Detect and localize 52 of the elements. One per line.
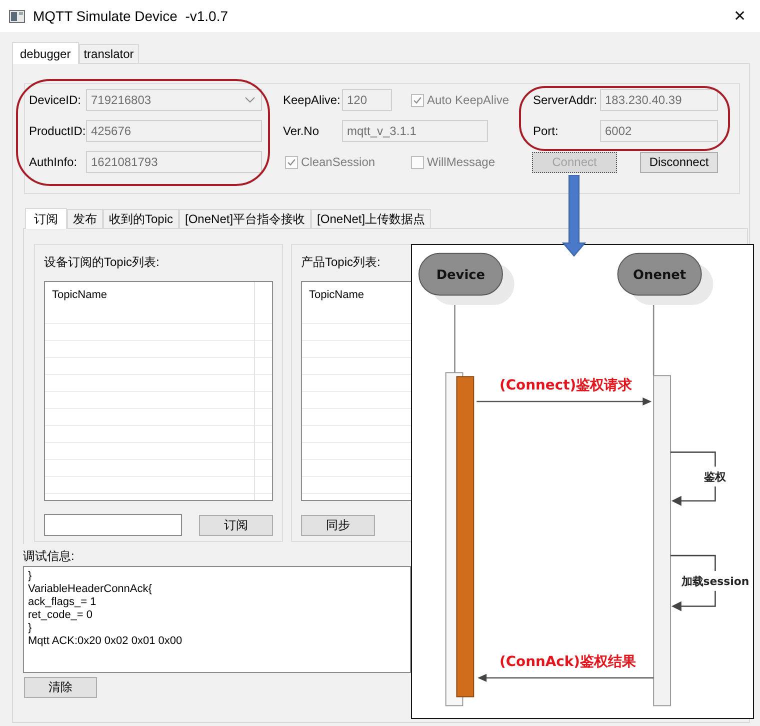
input-field[interactable]: mqtt_v_3.1.1 (342, 120, 488, 142)
log-line: } (28, 622, 32, 635)
tab[interactable]: debugger (12, 42, 79, 64)
input-field[interactable]: 1621081793 (86, 151, 262, 173)
column-header: TopicName (51, 288, 108, 301)
log-line: VariableHeaderConnAck{ (28, 583, 152, 596)
sync-button[interactable]: 同步 (301, 514, 375, 536)
input-field[interactable] (44, 514, 182, 536)
message-label: (Connect)鉴权请求 (499, 378, 632, 394)
self-loop-arrow (670, 452, 716, 506)
dropdown-field[interactable]: 719216803 (86, 89, 262, 111)
log-line: ret_code_= 0 (28, 609, 93, 622)
group-title: 设备订阅的Topic列表: (44, 254, 160, 271)
message-label: (ConnAck)鉴权结果 (499, 654, 636, 670)
message-label: 加载session (681, 574, 750, 588)
input-field[interactable]: 6002 (600, 120, 718, 142)
checkbox-label: CleanSession (301, 155, 376, 169)
participant-label: Device (436, 268, 486, 284)
field-label: DeviceID: (29, 93, 82, 107)
checkbox-label: Auto KeepAlive (427, 93, 510, 107)
tab[interactable]: 发布 (67, 209, 103, 228)
field-label: Ver.No (283, 124, 320, 138)
field-label: AuthInfo: (29, 155, 78, 169)
subscribe-button[interactable]: 订阅 (199, 514, 273, 536)
participant-label: Onenet (633, 268, 686, 284)
field-label: KeepAlive: (283, 93, 342, 107)
checkbox-label: WillMessage (427, 155, 496, 169)
app-icon (9, 10, 25, 22)
window-title: MQTT Simulate Device -v1.0.7 (33, 8, 230, 24)
field-label: Port: (533, 124, 560, 138)
close-button[interactable]: ✕ (720, 1, 760, 31)
debug-log-field[interactable]: } VariableHeaderConnAck{ ack_flags_= 1 ret_code_= 0 } Mqtt ACK:0x20 0x02 0x01 0x00 (23, 566, 411, 673)
message-label: 鉴权 (704, 470, 726, 484)
tab[interactable]: [OneNet]平台指令接收 (179, 209, 312, 228)
log-line: Mqtt ACK:0x20 0x02 0x01 0x00 (28, 635, 182, 648)
field-label: ServerAddr: (533, 93, 598, 107)
disconnect-button[interactable]: Disconnect (640, 152, 718, 172)
column-header: TopicName (308, 288, 364, 301)
field-label: ProductID: (29, 124, 86, 138)
tab[interactable]: 收到的Topic (103, 209, 180, 228)
log-line: ack_flags_= 1 (28, 596, 96, 609)
tab[interactable]: 订阅 (25, 208, 67, 229)
section-label: 调试信息: (23, 548, 74, 565)
log-line: } (28, 570, 32, 583)
group-title: 产品Topic列表: (301, 254, 382, 271)
input-field[interactable]: 183.230.40.39 (600, 89, 718, 111)
chevron-down-icon (245, 97, 255, 103)
tab[interactable]: [OneNet]上传数据点 (311, 209, 432, 228)
clear-button[interactable]: 清除 (24, 677, 97, 698)
input-field[interactable]: 425676 (86, 120, 262, 142)
input-field[interactable]: 120 (342, 89, 392, 111)
tab[interactable]: translator (78, 44, 139, 63)
